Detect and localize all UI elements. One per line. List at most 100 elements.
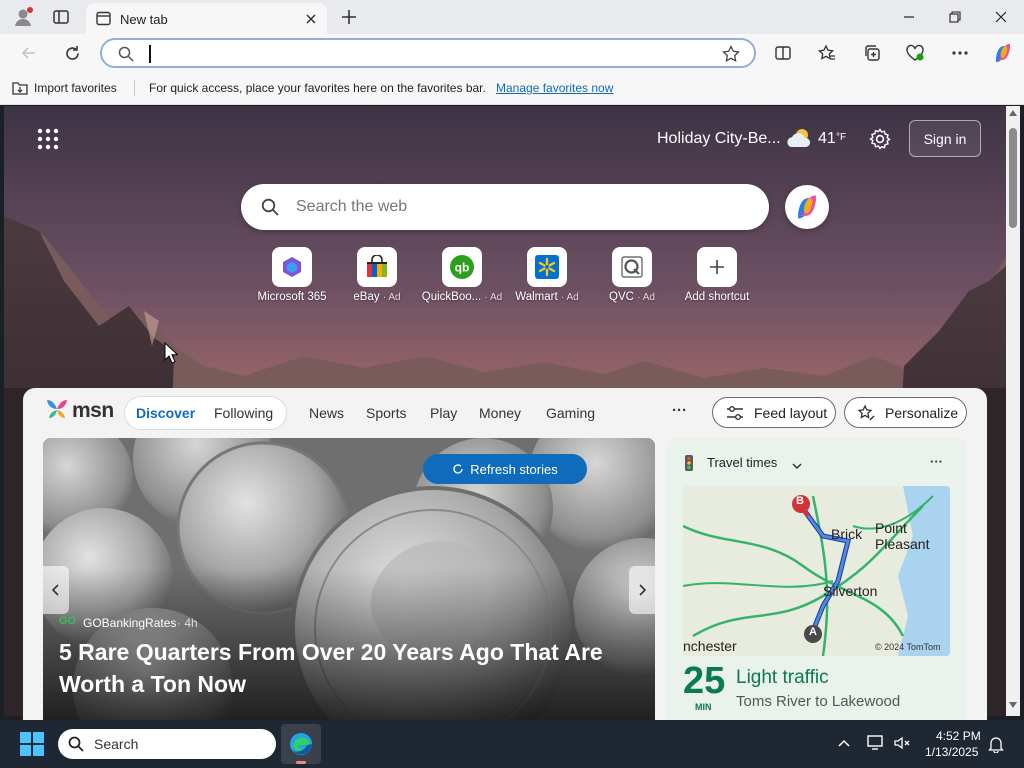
msn-butterfly-icon[interactable] [45, 398, 69, 420]
nav-money[interactable]: Money [479, 405, 521, 421]
weather-location[interactable]: Holiday City-Be... [657, 130, 781, 148]
active-app-indicator [296, 761, 306, 764]
nav-more-button[interactable]: ··· [672, 402, 687, 419]
taskbar-search-placeholder: Search [94, 736, 139, 752]
settings-more-button[interactable] [945, 38, 975, 68]
refresh-icon [453, 464, 463, 474]
story-headline[interactable]: 5 Rare Quarters From Over 20 Years Ago T… [59, 636, 639, 700]
collections-button[interactable] [857, 38, 887, 68]
travel-times-title[interactable]: Travel times [707, 455, 777, 470]
msn-logo[interactable]: msn [72, 399, 114, 423]
nav-news[interactable]: News [309, 405, 344, 421]
refresh-stories-button[interactable]: Refresh stories [423, 454, 587, 484]
mouse-pointer-icon [164, 341, 179, 364]
favorites-button[interactable] [812, 38, 842, 68]
travel-more-button[interactable]: ··· [930, 454, 943, 469]
svg-text:qb: qb [455, 261, 470, 275]
page-scrollbar[interactable] [1006, 106, 1020, 716]
sign-in-button[interactable]: Sign in [909, 120, 981, 157]
refresh-button[interactable] [57, 38, 87, 68]
traffic-status: Light traffic [736, 667, 829, 688]
map-label-manchester: nchester [683, 638, 737, 654]
close-tab-icon[interactable] [303, 11, 319, 27]
story-source[interactable]: GOBankingRates [83, 616, 176, 630]
traffic-light-icon [683, 455, 695, 471]
partly-cloudy-icon[interactable] [785, 126, 813, 150]
scrollbar-thumb[interactable] [1009, 128, 1017, 228]
new-tab-button[interactable] [339, 7, 359, 27]
chevron-up-icon[interactable] [836, 736, 852, 750]
personalize-label: Personalize [885, 404, 959, 421]
scroll-up-arrow[interactable] [1009, 110, 1017, 116]
shortcut-ebay[interactable]: eBay · Ad [337, 247, 417, 307]
clock-date[interactable]: 1/13/2025 [925, 745, 978, 759]
manage-favorites-link[interactable]: Manage favorites now [496, 81, 613, 95]
import-favorites-link[interactable]: Import favorites [34, 81, 117, 95]
profile-icon[interactable] [12, 6, 34, 28]
clock-time[interactable]: 4:52 PM [936, 729, 981, 743]
split-screen-button[interactable] [768, 38, 798, 68]
search-icon [68, 736, 84, 752]
browser-essentials-button[interactable] [900, 38, 930, 68]
page-settings-gear-icon[interactable] [869, 128, 891, 150]
copilot-button[interactable] [785, 185, 829, 229]
travel-minutes-unit: MIN [695, 702, 712, 712]
travel-route[interactable]: Toms River to Lakewood [736, 693, 900, 710]
notification-bell-icon[interactable] [988, 735, 1004, 754]
carousel-next-button[interactable] [629, 566, 655, 614]
tab-discover[interactable]: Discover [136, 405, 195, 421]
sign-in-label: Sign in [923, 130, 967, 147]
search-icon [261, 198, 279, 216]
map-label-point-pleasant: Point Pleasant [875, 520, 930, 552]
traffic-map[interactable]: B A Brick Point Pleasant Silverton nches… [683, 486, 950, 656]
add-favorite-star-icon[interactable] [722, 44, 740, 63]
volume-muted-icon[interactable] [893, 734, 911, 752]
ad-badge: · Ad [637, 292, 655, 303]
taskbar-edge-button[interactable] [281, 724, 321, 764]
shortcut-qvc[interactable]: QVC · Ad [592, 247, 672, 307]
back-button[interactable] [14, 38, 44, 68]
hero-story-card[interactable]: Refresh stories GO GOBankingRates · 4h 5… [43, 438, 655, 728]
chevron-right-icon [639, 584, 646, 596]
map-copyright: © 2024 TomTom [875, 642, 941, 652]
shortcut-walmart[interactable]: Walmart · Ad [507, 247, 587, 307]
personalize-button[interactable]: Personalize [844, 397, 967, 428]
ad-badge: · Ad [560, 292, 579, 303]
copilot-icon[interactable] [988, 38, 1018, 68]
nav-play[interactable]: Play [430, 405, 457, 421]
chevron-down-icon[interactable] [791, 458, 803, 470]
apps-launcher-icon[interactable] [37, 128, 59, 150]
scroll-down-arrow[interactable] [1009, 702, 1017, 708]
web-search-box[interactable]: Search the web [241, 184, 769, 230]
nav-gaming[interactable]: Gaming [546, 405, 595, 421]
taskbar-search-box[interactable]: Search [58, 729, 276, 759]
carousel-prev-button[interactable] [43, 566, 69, 614]
shortcut-add[interactable]: Add shortcut [677, 247, 757, 307]
tab-actions-icon[interactable] [52, 8, 70, 26]
windows-start-icon[interactable] [20, 732, 44, 756]
address-bar[interactable] [100, 38, 756, 68]
shortcut-quickbooks[interactable]: qb QuickBoo... · Ad [422, 247, 502, 307]
shortcut-label: Add shortcut [684, 291, 750, 303]
quickbooks-icon: qb [442, 247, 482, 287]
weather-temperature[interactable]: 41 [818, 130, 836, 148]
feed-layout-label: Feed layout [754, 404, 828, 421]
sliders-icon [727, 405, 743, 420]
feed-layout-button[interactable]: Feed layout [712, 397, 836, 428]
copilot-icon [798, 195, 816, 219]
shortcut-label: eBay [353, 291, 380, 303]
plus-icon [697, 247, 737, 287]
close-window-button[interactable] [978, 0, 1024, 34]
travel-minutes: 25 [683, 660, 726, 702]
story-age: · 4h [177, 616, 198, 630]
tab-title: New tab [120, 12, 168, 27]
restore-button[interactable] [932, 0, 978, 34]
ebay-bag-icon [357, 247, 397, 287]
network-icon[interactable] [866, 734, 886, 752]
tab-new-tab[interactable]: New tab [86, 3, 327, 34]
shortcut-microsoft-365[interactable]: Microsoft 365 [252, 247, 332, 307]
shortcut-label: QVC [609, 291, 634, 303]
nav-sports[interactable]: Sports [366, 405, 406, 421]
tab-following[interactable]: Following [214, 405, 273, 421]
minimize-button[interactable] [886, 0, 932, 34]
